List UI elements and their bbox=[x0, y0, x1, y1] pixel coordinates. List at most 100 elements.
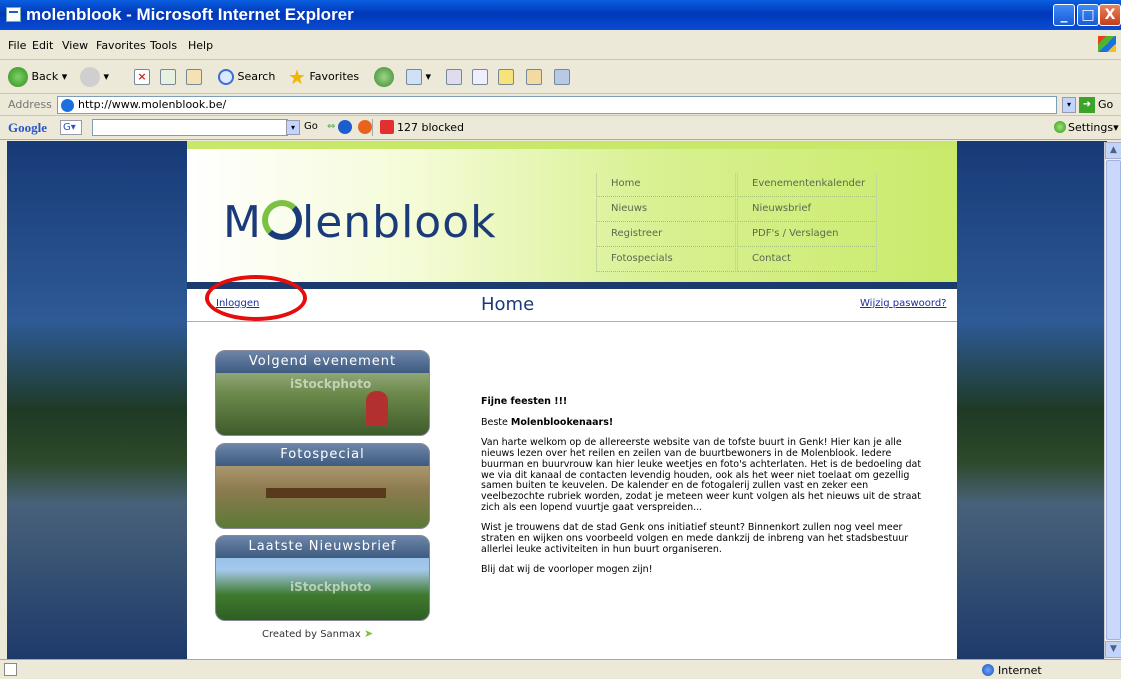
refresh-button[interactable] bbox=[160, 66, 176, 88]
photo-watermark: iStockphoto bbox=[290, 580, 372, 594]
messenger-button[interactable] bbox=[554, 66, 570, 88]
discuss-button[interactable] bbox=[498, 66, 514, 88]
home-icon bbox=[186, 69, 202, 85]
google-toolbar: Google G▾ ▾ Go ⇔ 127 blocked Settings▾ bbox=[0, 116, 1121, 140]
research-icon bbox=[526, 69, 542, 85]
search-icon bbox=[218, 69, 234, 85]
scroll-thumb[interactable] bbox=[1106, 160, 1121, 640]
nav-fotospecials[interactable]: Fotospecials bbox=[596, 248, 736, 272]
ie-app-icon bbox=[6, 7, 21, 22]
scroll-down-button[interactable]: ▼ bbox=[1105, 641, 1121, 658]
menu-view[interactable]: View bbox=[62, 39, 88, 52]
menu-tools[interactable]: Tools bbox=[150, 39, 177, 52]
main-content: Fijne feesten !!! Beste Molenblookenaars… bbox=[481, 396, 931, 586]
print-icon bbox=[446, 69, 462, 85]
google-options-icon[interactable]: ⇔ bbox=[327, 121, 335, 132]
stop-button[interactable]: × bbox=[134, 66, 150, 88]
nav-evenementenkalender[interactable]: Evenementenkalender bbox=[737, 173, 877, 197]
menu-edit[interactable]: Edit bbox=[32, 39, 53, 52]
site-header: Mlenblook Home Evenementenkalender Nieuw… bbox=[187, 141, 957, 282]
windows-logo-icon bbox=[1098, 36, 1116, 52]
google-logo[interactable]: Google bbox=[8, 120, 47, 136]
google-go-button[interactable]: Go bbox=[304, 121, 318, 132]
next-event-button[interactable]: Volgend evenement iStockphoto bbox=[215, 350, 430, 436]
edit-button[interactable] bbox=[472, 66, 488, 88]
settings-status-icon bbox=[1054, 121, 1066, 133]
research-button[interactable] bbox=[526, 66, 542, 88]
greeting: Beste Molenblookenaars! bbox=[481, 416, 614, 428]
content-heading: Fijne feesten !!! bbox=[481, 396, 568, 407]
google-menu-button[interactable]: G▾ bbox=[60, 120, 82, 135]
page-status-icon bbox=[4, 663, 17, 676]
nav-nieuwsbrief[interactable]: Nieuwsbrief bbox=[737, 198, 877, 222]
refresh-icon bbox=[160, 69, 176, 85]
go-arrow-icon[interactable]: ➜ bbox=[1079, 97, 1095, 113]
change-password-link[interactable]: Wijzig paswoord? bbox=[860, 298, 946, 309]
edit-icon bbox=[472, 69, 488, 85]
go-button[interactable]: Go bbox=[1098, 98, 1113, 111]
close-button[interactable]: X bbox=[1099, 4, 1121, 26]
discuss-icon bbox=[498, 69, 514, 85]
security-zone: Internet bbox=[998, 664, 1042, 677]
favorites-button[interactable]: ★ Favorites bbox=[288, 66, 359, 88]
history-button[interactable] bbox=[374, 66, 394, 88]
bench-photo bbox=[266, 488, 386, 498]
browser-viewport: Mlenblook Home Evenementenkalender Nieuw… bbox=[7, 141, 1107, 659]
status-bar: Internet bbox=[0, 659, 1121, 679]
internet-zone-icon bbox=[982, 664, 994, 676]
standard-toolbar: Back ▾ ▾ × Search ★ Favorites ▾ bbox=[0, 60, 1121, 94]
mail-button[interactable]: ▾ bbox=[406, 66, 431, 88]
menu-help[interactable]: Help bbox=[188, 39, 213, 52]
nav-contact[interactable]: Contact bbox=[737, 248, 877, 272]
background-lake-image-right bbox=[957, 141, 1107, 659]
google-settings-button[interactable]: Settings▾ bbox=[1068, 121, 1119, 134]
window-title-bar: molenblook - Microsoft Internet Explorer… bbox=[0, 0, 1121, 30]
content-paragraph: Blij dat wij de voorloper mogen zijn! bbox=[481, 564, 653, 576]
forward-arrow-icon bbox=[80, 67, 100, 87]
search-button[interactable]: Search bbox=[218, 66, 275, 88]
toolbar-divider bbox=[372, 119, 373, 136]
google-search-dropdown[interactable]: ▾ bbox=[286, 120, 300, 135]
content-paragraph: Van harte welkom op de allereerste websi… bbox=[481, 437, 922, 513]
back-arrow-icon bbox=[8, 67, 28, 87]
ie-page-icon bbox=[61, 99, 74, 112]
back-button[interactable]: Back ▾ bbox=[8, 66, 67, 88]
nav-registreer[interactable]: Registreer bbox=[596, 223, 736, 247]
page-title: Home bbox=[481, 294, 535, 315]
logo-swirl-icon bbox=[261, 200, 302, 240]
google-search-input[interactable] bbox=[92, 119, 288, 136]
photo-special-button[interactable]: Fotospecial bbox=[215, 443, 430, 529]
maximize-button[interactable]: □ bbox=[1077, 4, 1099, 26]
print-button[interactable] bbox=[446, 66, 462, 88]
credit-text: Created by Sanmax ➤ bbox=[262, 627, 374, 640]
vertical-scrollbar[interactable]: ▲ ▼ bbox=[1104, 142, 1121, 659]
address-bar: Address http://www.molenblook.be/ ▾ ➜ Go bbox=[0, 94, 1121, 116]
forward-button[interactable]: ▾ bbox=[80, 66, 109, 88]
google-autofill-icon[interactable] bbox=[358, 120, 372, 134]
address-input[interactable]: http://www.molenblook.be/ bbox=[57, 96, 1057, 114]
next-event-label: Volgend evenement bbox=[216, 351, 429, 373]
login-link[interactable]: Inloggen bbox=[216, 298, 259, 309]
menu-file[interactable]: File bbox=[8, 39, 26, 52]
photo-special-label: Fotospecial bbox=[216, 444, 429, 466]
nav-pdfs-verslagen[interactable]: PDF's / Verslagen bbox=[737, 223, 877, 247]
home-button[interactable] bbox=[186, 66, 202, 88]
window-title: molenblook - Microsoft Internet Explorer bbox=[26, 5, 354, 24]
site-logo[interactable]: Mlenblook bbox=[223, 197, 497, 248]
latest-newsletter-button[interactable]: Laatste Nieuwsbrief iStockphoto bbox=[215, 535, 430, 621]
menu-bar: File Edit View Favorites Tools Help bbox=[0, 30, 1121, 60]
content-paragraph: Wist je trouwens dat de stad Genk ons in… bbox=[481, 522, 909, 555]
background-lake-image-left bbox=[7, 141, 187, 659]
menu-favorites[interactable]: Favorites bbox=[96, 39, 146, 52]
google-pagerank-icon[interactable] bbox=[338, 120, 352, 134]
popup-blocked-count[interactable]: 127 blocked bbox=[397, 121, 464, 134]
minimize-button[interactable]: _ bbox=[1053, 4, 1075, 26]
address-dropdown[interactable]: ▾ bbox=[1062, 97, 1076, 113]
messenger-icon bbox=[554, 69, 570, 85]
stop-icon: × bbox=[134, 69, 150, 85]
star-icon: ★ bbox=[288, 65, 306, 89]
scroll-up-button[interactable]: ▲ bbox=[1105, 142, 1121, 159]
nav-nieuws[interactable]: Nieuws bbox=[596, 198, 736, 222]
popup-blocker-icon bbox=[380, 120, 394, 134]
nav-home[interactable]: Home bbox=[596, 173, 736, 197]
